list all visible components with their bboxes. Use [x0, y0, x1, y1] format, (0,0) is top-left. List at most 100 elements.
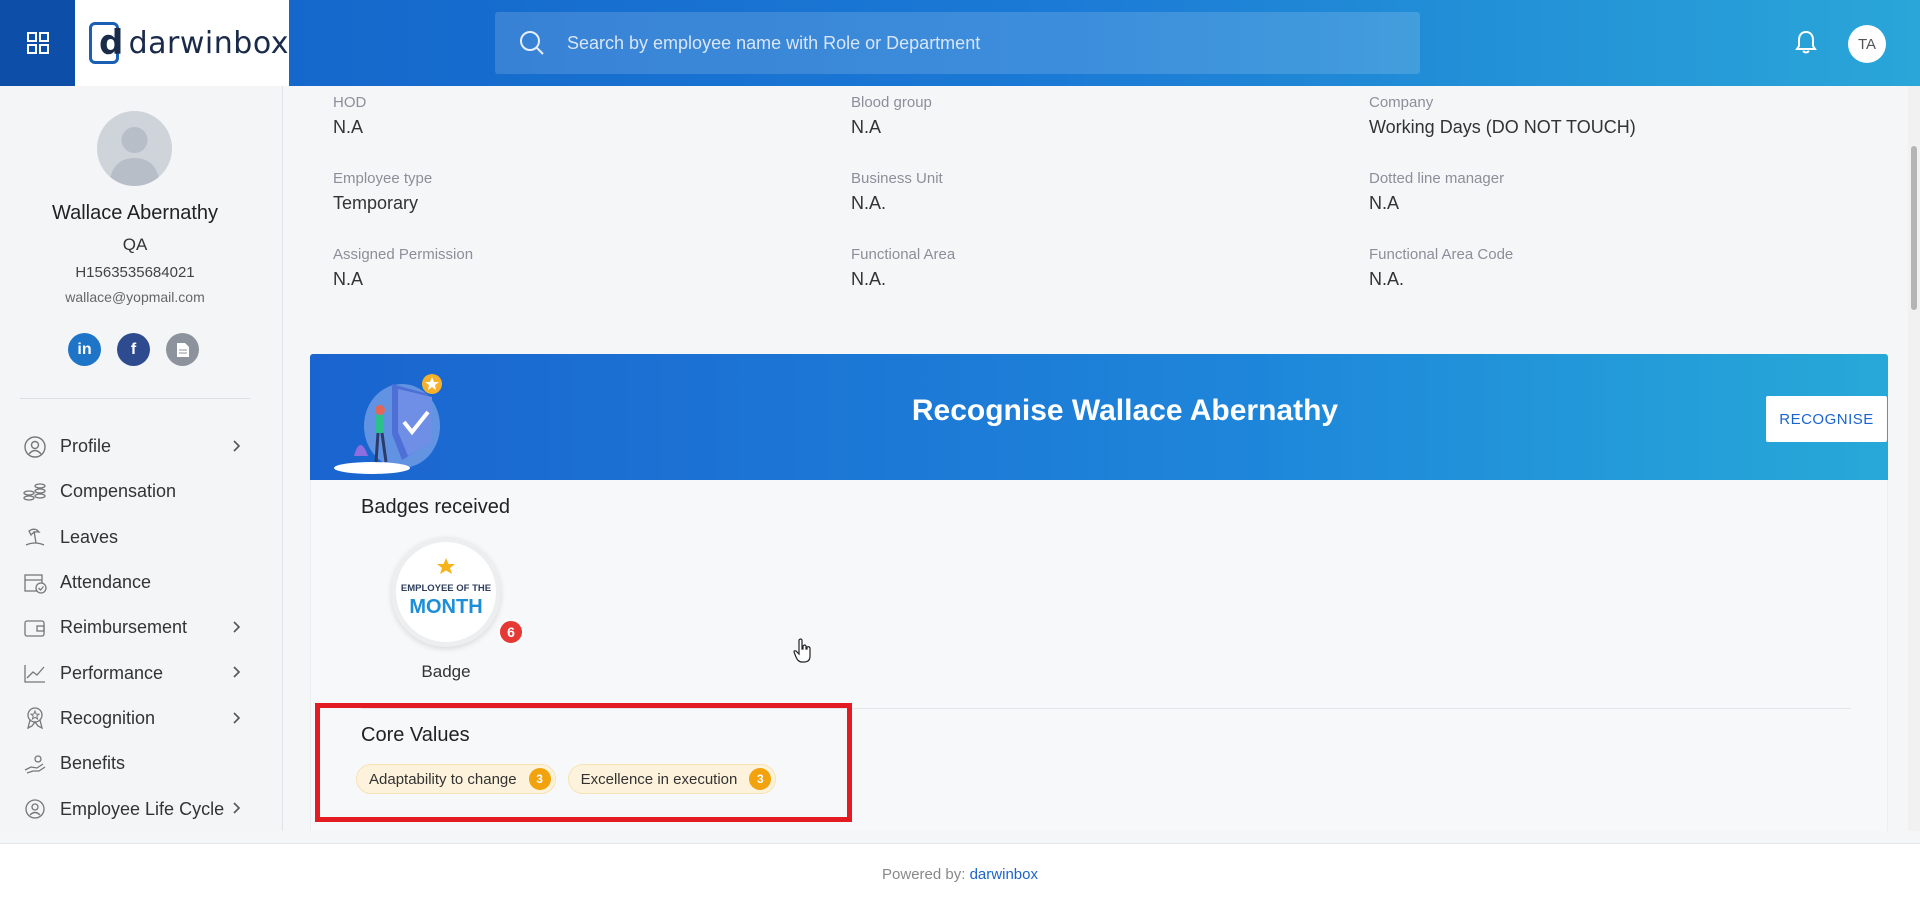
field-value: N.A	[1369, 193, 1400, 213]
chevron-right-icon	[233, 440, 241, 452]
sidebar-item-label: Recognition	[60, 707, 156, 728]
linkedin-icon: in	[77, 340, 92, 358]
field-value: Temporary	[333, 193, 419, 213]
field-label: Employee type	[333, 170, 433, 187]
field-assigned-permission: Assigned Permission N.A	[333, 246, 473, 290]
search-icon	[520, 31, 544, 55]
scrollbar-thumb[interactable]	[1911, 146, 1917, 310]
field-value: N.A.	[1369, 269, 1405, 289]
field-blood-group: Blood group N.A	[851, 94, 932, 138]
sidebar: Wallace Abernathy QA H1563535684021 wall…	[0, 86, 283, 831]
field-label: Blood group	[851, 94, 932, 111]
sidebar-item-label: Reimbursement	[60, 617, 188, 638]
field-label: Functional Area	[851, 246, 956, 263]
facebook-icon: f	[130, 340, 137, 358]
sidebar-item-reimbursement[interactable]: Reimbursement	[0, 605, 270, 650]
apps-grid-button[interactable]	[0, 0, 75, 86]
notification-button[interactable]	[1795, 30, 1817, 59]
top-header: d darwinbox TA	[0, 0, 1920, 86]
field-label: Functional Area Code	[1369, 246, 1514, 263]
badges-received-title: Badges received	[361, 496, 510, 518]
document-button[interactable]	[166, 333, 199, 366]
lifecycle-icon	[22, 796, 48, 822]
sidebar-item-recognition[interactable]: Recognition	[0, 696, 270, 741]
field-label: Dotted line manager	[1369, 170, 1505, 187]
coins-icon	[22, 479, 48, 505]
sidebar-item-label: Performance	[60, 662, 164, 683]
grid-icon	[26, 32, 49, 54]
sidebar-item-profile[interactable]: Profile	[0, 424, 270, 469]
sidebar-item-attendance[interactable]: Attendance	[0, 560, 270, 605]
field-value: N.A	[333, 269, 364, 289]
logo-mark-icon: d	[89, 22, 123, 64]
employee-email: wallace@yopmail.com	[65, 289, 205, 305]
chevron-right-icon	[233, 666, 241, 679]
award-icon	[22, 705, 48, 731]
bell-icon	[1795, 30, 1817, 54]
chevron-right-icon	[233, 712, 241, 724]
badge-label: Badge	[421, 662, 471, 681]
sidebar-item-leaves[interactable]: Leaves	[0, 515, 270, 560]
core-value-chip[interactable]: Excellence in execution 3	[567, 764, 777, 794]
sidebar-item-compensation[interactable]: Compensation	[0, 469, 270, 514]
search-bar[interactable]	[495, 12, 1420, 74]
field-company: Company Working Days (DO NOT TOUCH)	[1369, 94, 1636, 138]
core-value-count: 3	[749, 768, 772, 790]
core-values-highlight-box	[315, 703, 852, 822]
search-input[interactable]	[567, 32, 1387, 54]
employee-id: H1563535684021	[75, 264, 195, 281]
badge-employee-of-month[interactable]: EMPLOYEE OF THE MONTH	[391, 537, 501, 647]
field-value: Working Days (DO NOT TOUCH)	[1369, 117, 1636, 137]
core-values-list: Adaptability to change 3 Excellence in e…	[356, 764, 777, 794]
sidebar-item-label: Leaves	[60, 526, 119, 547]
profile-photo	[97, 111, 172, 186]
wallet-icon	[22, 615, 48, 641]
badges-panel: Badges received EMPLOYEE OF THE MONTH 6 …	[310, 480, 1888, 831]
document-icon	[176, 342, 189, 357]
field-value: N.A	[333, 117, 364, 137]
employee-role: QA	[122, 235, 148, 254]
sidebar-item-label: Profile	[60, 436, 112, 457]
sidebar-divider	[20, 398, 250, 399]
core-value-label: Adaptability to change	[369, 770, 517, 788]
page-scrollbar[interactable]	[1908, 86, 1920, 831]
field-business-unit: Business Unit N.A.	[851, 170, 943, 214]
user-icon	[22, 434, 48, 460]
recognition-banner: Recognise Wallace Abernathy RECOGNISE	[310, 354, 1888, 480]
sidebar-item-benefits[interactable]: Benefits	[0, 741, 270, 786]
field-hod: HOD N.A	[333, 94, 366, 138]
sidebar-item-label: Employee Life Cycle	[60, 798, 225, 819]
hand-cursor-icon	[793, 638, 811, 663]
field-label: HOD	[333, 94, 367, 111]
field-dotted-line-manager: Dotted line manager N.A	[1369, 170, 1504, 214]
calendar-check-icon	[22, 570, 48, 596]
footer-brand-link[interactable]: darwinbox	[970, 866, 1038, 883]
sidebar-item-label: Attendance	[60, 572, 152, 593]
logo[interactable]: d darwinbox	[75, 0, 289, 86]
field-label: Company	[1369, 94, 1434, 111]
chart-trend-icon	[22, 660, 48, 686]
field-employee-type: Employee type Temporary	[333, 170, 432, 214]
sidebar-item-employee-life-cycle[interactable]: Employee Life Cycle	[0, 786, 270, 831]
social-links: in f	[68, 333, 199, 366]
core-value-count: 3	[528, 768, 551, 790]
badge-line2: MONTH	[409, 596, 482, 618]
field-label: Assigned Permission	[333, 246, 474, 263]
recognise-button[interactable]: RECOGNISE	[1766, 396, 1887, 442]
linkedin-button[interactable]: in	[68, 333, 101, 366]
badge-count: 6	[498, 619, 524, 645]
field-functional-area: Functional Area N.A.	[851, 246, 955, 290]
main-content: HOD N.A Blood group N.A Company Working …	[284, 86, 1906, 831]
field-functional-area-code: Functional Area Code N.A.	[1369, 246, 1513, 290]
employee-of-the-month-badge-icon: EMPLOYEE OF THE MONTH	[401, 558, 491, 618]
core-values-title: Core Values	[361, 724, 470, 746]
field-label: Business Unit	[851, 170, 943, 187]
avatar-placeholder-icon	[109, 127, 160, 186]
sidebar-item-performance[interactable]: Performance	[0, 650, 270, 695]
sidebar-nav: Profile Compensation Leaves Attendance R…	[0, 424, 270, 832]
core-value-chip[interactable]: Adaptability to change 3	[356, 764, 556, 794]
user-avatar[interactable]: TA	[1848, 25, 1886, 63]
facebook-button[interactable]: f	[117, 333, 150, 366]
field-value: N.A.	[851, 193, 887, 213]
hand-benefit-icon	[22, 751, 48, 777]
